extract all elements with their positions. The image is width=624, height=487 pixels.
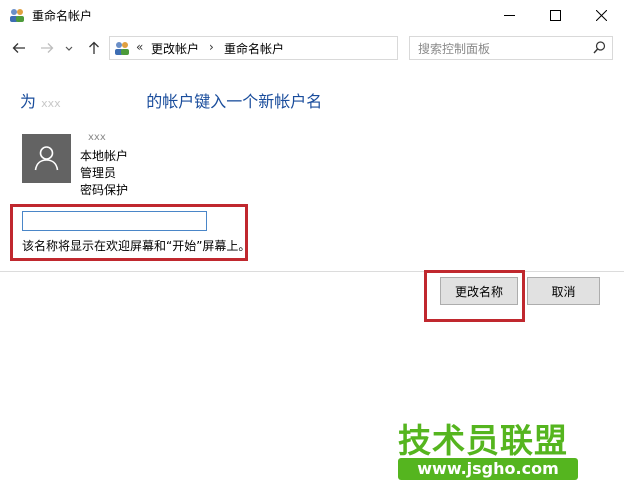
arrow-left-icon — [12, 43, 25, 53]
watermark-title: 技术员联盟 — [398, 421, 568, 460]
arrow-up-icon — [89, 41, 99, 54]
search-box[interactable]: 搜索控制面板 — [409, 36, 613, 60]
account-name: xxx — [88, 132, 106, 143]
cancel-button[interactable]: 取消 — [527, 277, 600, 305]
arrow-right-icon — [41, 43, 54, 53]
chevron-down-icon — [65, 46, 73, 51]
account-role: 管理员 — [80, 166, 117, 180]
search-placeholder: 搜索控制面板 — [418, 42, 491, 56]
maximize-button[interactable] — [532, 0, 578, 31]
window-title: 重命名帐户 — [32, 9, 93, 23]
breadcrumb-separator[interactable]: › — [209, 40, 214, 54]
back-button[interactable] — [9, 38, 29, 58]
breadcrumb-overflow[interactable]: « — [136, 40, 143, 54]
footer-divider — [0, 271, 624, 272]
account-type: 本地帐户 — [80, 149, 129, 163]
maximize-icon — [550, 10, 561, 21]
heading-suffix: 的帐户键入一个新帐户名 — [146, 92, 323, 111]
breadcrumb-change-account[interactable]: 更改帐户 — [151, 40, 199, 57]
control-panel-icon — [115, 42, 129, 55]
address-bar[interactable]: « 更改帐户 › 重命名帐户 — [109, 36, 398, 60]
title-bar: 重命名帐户 — [0, 0, 624, 31]
name-hint-text: 该名称将显示在欢迎屏幕和“开始”屏幕上。 — [22, 239, 251, 253]
minimize-button[interactable] — [486, 0, 532, 31]
close-button[interactable] — [578, 0, 624, 31]
page-heading: 为 xxx 的帐户键入一个新帐户名 — [20, 88, 322, 112]
minimize-icon — [504, 15, 515, 16]
heading-username: xxx — [41, 97, 61, 110]
watermark-url: www.jsgho.com — [398, 458, 578, 480]
new-account-name-input[interactable] — [22, 211, 207, 231]
up-button[interactable] — [84, 38, 104, 58]
users-icon — [10, 9, 24, 22]
account-protection: 密码保护 — [80, 183, 129, 197]
avatar — [22, 134, 71, 183]
search-icon[interactable] — [593, 41, 606, 54]
user-icon — [34, 146, 59, 171]
close-icon — [596, 10, 607, 21]
breadcrumb-rename-account[interactable]: 重命名帐户 — [224, 40, 284, 57]
forward-button[interactable] — [37, 38, 57, 58]
recent-locations-button[interactable] — [62, 38, 76, 58]
rename-button[interactable]: 更改名称 — [440, 277, 518, 305]
heading-prefix: 为 — [20, 92, 37, 111]
